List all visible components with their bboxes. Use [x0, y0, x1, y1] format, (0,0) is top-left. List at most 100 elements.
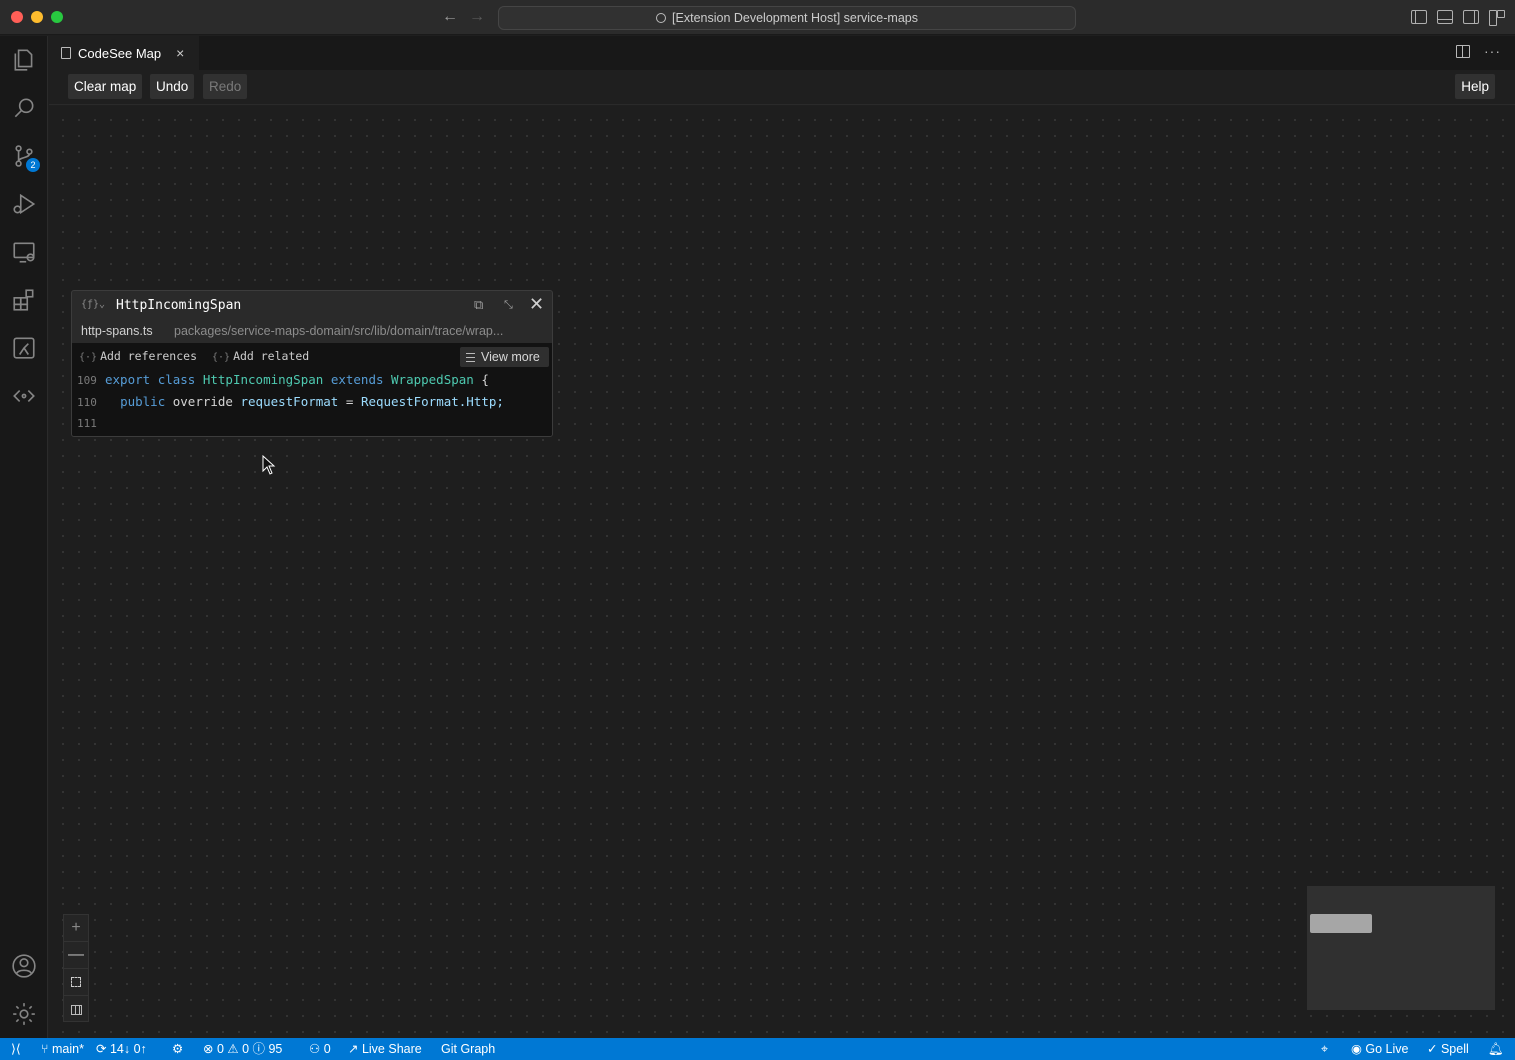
- remote-indicator-icon[interactable]: ⟩⟨: [11, 1038, 21, 1060]
- codesee-icon[interactable]: [0, 324, 48, 372]
- split-editor-icon[interactable]: [1456, 45, 1470, 58]
- manage-gear-icon[interactable]: [0, 990, 48, 1038]
- warning-count: 0: [242, 1042, 250, 1056]
- accounts-icon[interactable]: [0, 942, 48, 990]
- map-toolbar: Clear map Undo Redo Help: [49, 70, 1515, 105]
- command-center[interactable]: [Extension Development Host] service-map…: [498, 6, 1076, 30]
- remote-explorer-icon[interactable]: [0, 228, 48, 276]
- close-icon[interactable]: ✕: [529, 294, 544, 315]
- info-count: 95: [268, 1042, 283, 1056]
- maximize-window-button[interactable]: [51, 11, 63, 23]
- line-number: 110: [77, 396, 97, 409]
- braces-icon: {·}: [212, 352, 231, 363]
- forward-arrow-icon[interactable]: →: [469, 8, 485, 26]
- source-control-badge: 2: [26, 158, 40, 172]
- toggle-primary-sidebar-icon[interactable]: [1411, 10, 1427, 24]
- status-bar: ⟩⟨ ⑂ main* ⟳ 14↓ 0↑ ⚙ ⊗ 0 ⚠ 0 ⓘ 95 ⚇ 0 ↗…: [0, 1038, 1515, 1060]
- location-icon[interactable]: ⌖: [1321, 1038, 1328, 1060]
- window-title: [Extension Development Host] service-map…: [672, 11, 918, 25]
- view-more-label: View more: [481, 350, 540, 364]
- title-bar: ← → [Extension Development Host] service…: [0, 0, 1515, 35]
- debug-icon[interactable]: ⚙: [172, 1038, 183, 1060]
- live-share-button[interactable]: ↗ Live Share: [348, 1038, 422, 1060]
- code-token: export: [105, 372, 151, 387]
- close-window-button[interactable]: [11, 11, 23, 23]
- go-live-button[interactable]: ◉ Go Live: [1351, 1038, 1408, 1060]
- fit-view-button[interactable]: [64, 969, 88, 996]
- collapse-icon[interactable]: ⤡: [504, 299, 513, 312]
- problems-status[interactable]: ⊗ 0 ⚠ 0 ⓘ 95: [203, 1038, 282, 1060]
- help-button[interactable]: Help: [1455, 74, 1495, 99]
- code-token: public: [120, 394, 166, 409]
- redo-button[interactable]: Redo: [203, 74, 248, 99]
- branch-status[interactable]: ⑂ main*: [41, 1038, 84, 1060]
- source-control-icon[interactable]: 2: [0, 132, 48, 180]
- code-node[interactable]: {ƒ}⌄ HttpIncomingSpan ⧉ ⤡ ✕ http-spans.t…: [71, 290, 553, 437]
- code-line: 109 export class HttpIncomingSpan extend…: [72, 372, 552, 393]
- extensions-icon[interactable]: [0, 276, 48, 324]
- search-icon: [656, 13, 667, 23]
- ports-count: 0: [323, 1042, 331, 1056]
- live-share-label: Live Share: [361, 1042, 422, 1056]
- toggle-secondary-sidebar-icon[interactable]: [1463, 10, 1479, 24]
- minimap-node: [1310, 914, 1372, 933]
- view-more-button[interactable]: View more: [460, 347, 549, 367]
- add-references-button[interactable]: {·} Add references: [79, 349, 197, 363]
- explorer-icon[interactable]: [0, 36, 48, 84]
- sync-status[interactable]: ⟳ 14↓ 0↑: [96, 1038, 147, 1060]
- tab-codesee-map[interactable]: CodeSee Map ×: [49, 36, 199, 70]
- code-token: WrappedSpan: [391, 372, 474, 387]
- code-token: HttpIncomingSpan: [202, 372, 324, 387]
- search-icon[interactable]: [0, 84, 48, 132]
- code-line: 111: [72, 415, 552, 436]
- function-symbol-icon[interactable]: {ƒ}⌄: [81, 299, 105, 310]
- code-token: {: [481, 372, 489, 387]
- code-token: extends: [330, 372, 384, 387]
- tab-label: CodeSee Map: [78, 45, 162, 61]
- activity-bar: 2: [0, 36, 48, 1038]
- node-file-path: http-spans.ts packages/service-maps-doma…: [72, 321, 552, 343]
- code-token: RequestFormat.Http;: [360, 394, 504, 409]
- back-arrow-icon[interactable]: ←: [442, 8, 458, 26]
- line-number: 109: [77, 374, 97, 387]
- node-header[interactable]: {ƒ}⌄ HttpIncomingSpan ⧉ ⤡ ✕: [72, 291, 552, 321]
- ports-status[interactable]: ⚇ 0: [309, 1038, 331, 1060]
- map-canvas[interactable]: [49, 106, 1515, 1038]
- code-token: =: [345, 394, 354, 409]
- customize-layout-icon[interactable]: [1489, 10, 1505, 26]
- run-debug-icon[interactable]: [0, 180, 48, 228]
- map-icon: [70, 1004, 82, 1015]
- code-token: override: [172, 394, 233, 409]
- branch-name: main*: [51, 1042, 84, 1056]
- node-code-body: {·} Add references {·} Add related View mo…: [72, 343, 552, 436]
- add-related-button[interactable]: {·} Add related: [212, 349, 309, 363]
- fit-view-icon: [71, 977, 81, 987]
- codesee-map-icon[interactable]: [0, 372, 48, 420]
- more-actions-icon[interactable]: ···: [1484, 44, 1501, 58]
- add-related-label: Add related: [233, 349, 310, 363]
- git-graph-button[interactable]: Git Graph: [441, 1038, 495, 1060]
- file-icon: [61, 47, 71, 59]
- notifications-bell-icon[interactable]: 🔔︎: [1488, 1038, 1504, 1060]
- close-icon[interactable]: ×: [176, 45, 184, 61]
- go-live-label: Go Live: [1365, 1042, 1409, 1056]
- toggle-panel-icon[interactable]: [1437, 10, 1453, 24]
- toggle-minimap-button[interactable]: [64, 996, 88, 1023]
- clear-map-button[interactable]: Clear map: [68, 74, 143, 99]
- zoom-in-button[interactable]: +: [64, 915, 88, 942]
- open-external-icon[interactable]: ⧉: [474, 297, 483, 313]
- zoom-controls: + —: [63, 914, 89, 1022]
- spell-button[interactable]: ✓ Spell: [1427, 1038, 1469, 1060]
- code-token: requestFormat: [240, 394, 339, 409]
- expand-lines-icon: [466, 353, 475, 362]
- node-file-name[interactable]: http-spans.ts: [81, 324, 153, 338]
- line-number: 111: [77, 417, 97, 430]
- minimize-window-button[interactable]: [31, 11, 43, 23]
- node-title: HttpIncomingSpan: [116, 298, 242, 313]
- mouse-cursor-icon: [262, 455, 276, 475]
- node-directory: packages/service-maps-domain/src/lib/dom…: [174, 324, 504, 338]
- braces-icon: {·}: [79, 352, 98, 363]
- minimap[interactable]: [1307, 886, 1495, 1010]
- undo-button[interactable]: Undo: [150, 74, 195, 99]
- zoom-out-button[interactable]: —: [64, 942, 88, 969]
